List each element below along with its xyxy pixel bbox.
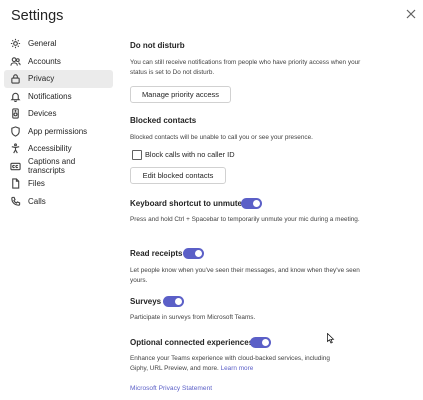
sidebar-item-general[interactable]: General — [4, 35, 113, 53]
speaker-icon — [10, 108, 21, 119]
keyboard-shortcut-description: Press and hold Ctrl + Spacebar to tempor… — [130, 216, 360, 223]
surveys-description: Participate in surveys from Microsoft Te… — [130, 314, 256, 321]
manage-priority-access-button[interactable]: Manage priority access — [130, 86, 231, 103]
learn-more-link[interactable]: Learn more — [221, 365, 254, 372]
sidebar-item-notifications[interactable]: Notifications — [4, 88, 113, 106]
toggle-knob — [262, 339, 269, 346]
optional-experiences-heading: Optional connected experiences — [130, 338, 254, 347]
sidebar-item-label: Files — [28, 179, 45, 189]
sidebar-item-label: Notifications — [28, 91, 72, 101]
sidebar-item-label: Accessibility — [28, 144, 72, 154]
toggle-knob — [195, 250, 202, 257]
close-icon[interactable] — [403, 6, 419, 22]
sidebar-item-files[interactable]: Files — [4, 175, 113, 193]
sidebar-item-calls[interactable]: Calls — [4, 193, 113, 211]
lock-icon — [10, 73, 21, 84]
gear-icon — [10, 38, 21, 49]
accounts-icon — [10, 56, 21, 67]
accessibility-icon — [10, 143, 21, 154]
block-no-caller-id-label: Block calls with no caller ID — [145, 150, 235, 159]
privacy-statement-link[interactable]: Microsoft Privacy Statement — [130, 385, 212, 392]
optional-experiences-toggle[interactable] — [250, 337, 271, 348]
optional-experiences-description: Enhance your Teams experience with cloud… — [130, 354, 345, 374]
read-receipts-toggle[interactable] — [183, 248, 204, 259]
toggle-knob — [253, 200, 260, 207]
surveys-heading: Surveys — [130, 297, 162, 306]
file-icon — [10, 178, 21, 189]
toggle-knob — [175, 298, 182, 305]
settings-sidebar: General Accounts Privacy Notifications D… — [4, 35, 113, 210]
sidebar-item-captions[interactable]: Captions and transcripts — [4, 157, 113, 176]
block-no-caller-id-checkbox[interactable] — [132, 150, 142, 160]
sidebar-item-privacy[interactable]: Privacy — [4, 70, 113, 88]
sidebar-item-label: Captions and transcripts — [28, 157, 76, 176]
sidebar-item-label: Devices — [28, 109, 57, 119]
mouse-cursor-icon — [327, 333, 335, 344]
sidebar-item-label: Calls — [28, 196, 46, 206]
window-title: Settings — [11, 8, 64, 24]
sidebar-item-accounts[interactable]: Accounts — [4, 53, 113, 71]
captions-icon — [10, 161, 21, 172]
blocked-contacts-description: Blocked contacts will be unable to call … — [130, 134, 313, 141]
keyboard-shortcut-heading: Keyboard shortcut to unmute — [130, 199, 243, 208]
phone-icon — [10, 196, 21, 207]
edit-blocked-contacts-button[interactable]: Edit blocked contacts — [130, 167, 226, 184]
dnd-heading: Do not disturb — [130, 41, 185, 50]
sidebar-item-devices[interactable]: Devices — [4, 105, 113, 123]
shield-icon — [10, 126, 21, 137]
blocked-contacts-heading: Blocked contacts — [130, 116, 197, 125]
sidebar-item-accessibility[interactable]: Accessibility — [4, 140, 113, 158]
read-receipts-heading: Read receipts — [130, 249, 183, 258]
keyboard-shortcut-toggle[interactable] — [241, 198, 262, 209]
sidebar-item-label: Accounts — [28, 56, 61, 66]
bell-icon — [10, 91, 21, 102]
sidebar-item-label: General — [28, 39, 57, 49]
sidebar-item-label: App permissions — [28, 126, 88, 136]
sidebar-item-app-permissions[interactable]: App permissions — [4, 123, 113, 141]
read-receipts-description: Let people know when you've seen their m… — [130, 267, 360, 284]
dnd-description: You can still receive notifications from… — [130, 59, 361, 76]
sidebar-item-label: Privacy — [28, 74, 55, 84]
surveys-toggle[interactable] — [163, 296, 184, 307]
